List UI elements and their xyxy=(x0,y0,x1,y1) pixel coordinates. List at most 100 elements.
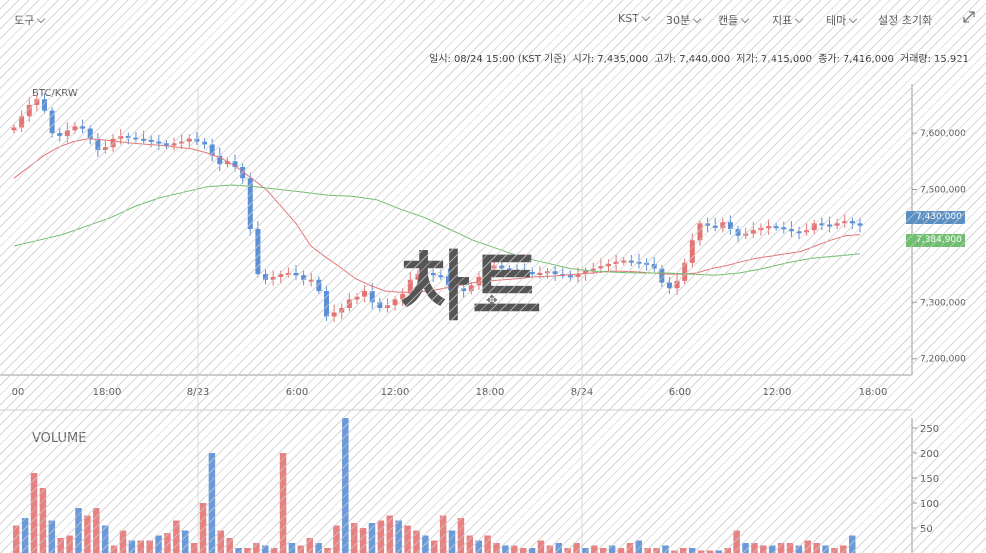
volume-bar xyxy=(555,543,563,553)
candle xyxy=(41,99,47,111)
volume-bar xyxy=(608,545,616,553)
volume-bar xyxy=(431,540,438,553)
candle xyxy=(392,299,398,306)
volume-bar xyxy=(262,545,269,553)
candle xyxy=(605,263,611,267)
volume-bar xyxy=(39,488,47,553)
volume-bar xyxy=(297,545,305,553)
candle xyxy=(651,263,657,269)
volume-bar xyxy=(199,503,207,553)
x-tick-label: 18:00 xyxy=(476,387,505,398)
y-tick-label: 7,200,000 xyxy=(920,355,966,365)
candle xyxy=(766,226,772,229)
candle xyxy=(87,128,93,139)
volume-bar xyxy=(457,518,465,553)
volume-bar xyxy=(288,543,296,553)
candle xyxy=(705,223,711,226)
volume-bar xyxy=(253,543,260,553)
candle xyxy=(11,127,17,131)
candle xyxy=(133,137,139,140)
volume-bar xyxy=(635,540,643,553)
volume-bar xyxy=(653,548,660,553)
volume-bar xyxy=(680,548,687,553)
candle xyxy=(842,221,848,224)
volume-bar xyxy=(475,540,482,553)
candle xyxy=(19,116,25,128)
volume-bar xyxy=(751,543,758,553)
candle xyxy=(674,280,680,289)
volume-bar xyxy=(101,525,109,553)
volume-bar xyxy=(804,540,812,553)
volume-bar xyxy=(662,545,669,553)
volume-tick-label: 200 xyxy=(920,449,939,460)
volume-bar xyxy=(164,533,171,553)
volume-bar xyxy=(617,548,625,553)
candle xyxy=(849,221,855,224)
candle xyxy=(301,275,307,280)
volume-bar xyxy=(333,525,340,553)
candle xyxy=(377,302,383,308)
candle xyxy=(26,104,32,117)
volume-bar xyxy=(155,535,162,553)
volume-bar xyxy=(733,530,740,553)
volume-bar xyxy=(66,535,73,553)
candle xyxy=(362,291,368,297)
volume-bar xyxy=(146,540,153,553)
volume-bar xyxy=(270,548,278,553)
candle xyxy=(331,312,337,317)
candle xyxy=(689,240,695,263)
volume-bar xyxy=(226,538,233,553)
candle xyxy=(590,268,596,271)
volume-bar xyxy=(582,548,589,553)
candle xyxy=(621,260,627,263)
candle xyxy=(171,143,177,146)
candle xyxy=(788,229,794,232)
candle xyxy=(202,141,208,145)
volume-bar xyxy=(768,545,776,553)
volume-bar xyxy=(84,515,91,553)
candle xyxy=(148,139,154,142)
candle xyxy=(598,266,604,269)
candle xyxy=(156,141,162,144)
volume-bar xyxy=(626,543,634,553)
candle xyxy=(339,307,345,313)
candle xyxy=(567,275,573,278)
volume-bar xyxy=(439,515,447,553)
volume-bar xyxy=(386,515,394,553)
candle xyxy=(834,223,840,226)
volume-bar xyxy=(519,548,527,553)
candle xyxy=(819,223,825,226)
candle xyxy=(354,296,360,300)
volume-bar xyxy=(377,520,385,553)
volume-bar xyxy=(413,530,420,553)
candle xyxy=(57,133,63,136)
candle xyxy=(720,222,726,228)
candle xyxy=(697,223,703,241)
move-cursor-icon: ✥ xyxy=(486,293,500,309)
volume-bar xyxy=(822,545,829,553)
volume-bar xyxy=(546,545,554,553)
volume-bar xyxy=(235,548,242,553)
volume-bar xyxy=(30,473,38,553)
candle xyxy=(666,282,672,289)
candle xyxy=(552,271,558,275)
volume-bar xyxy=(448,530,456,553)
candle xyxy=(80,126,86,129)
volume-bar xyxy=(502,545,509,553)
candle xyxy=(102,147,108,151)
candle xyxy=(285,272,291,275)
x-tick-label: 12:00 xyxy=(763,387,792,398)
candle xyxy=(682,262,688,281)
candle xyxy=(628,260,634,263)
volume-bar xyxy=(181,530,189,553)
candle xyxy=(110,138,116,148)
candle xyxy=(293,272,299,276)
volume-bar xyxy=(466,535,474,553)
candle xyxy=(804,230,810,233)
volume-bar xyxy=(13,525,20,553)
volume-bar xyxy=(849,535,856,553)
candle xyxy=(125,135,131,138)
x-tick-label: 6:00 xyxy=(286,387,308,398)
volume-bar xyxy=(644,548,651,553)
volume-tick-label: 150 xyxy=(920,474,939,485)
